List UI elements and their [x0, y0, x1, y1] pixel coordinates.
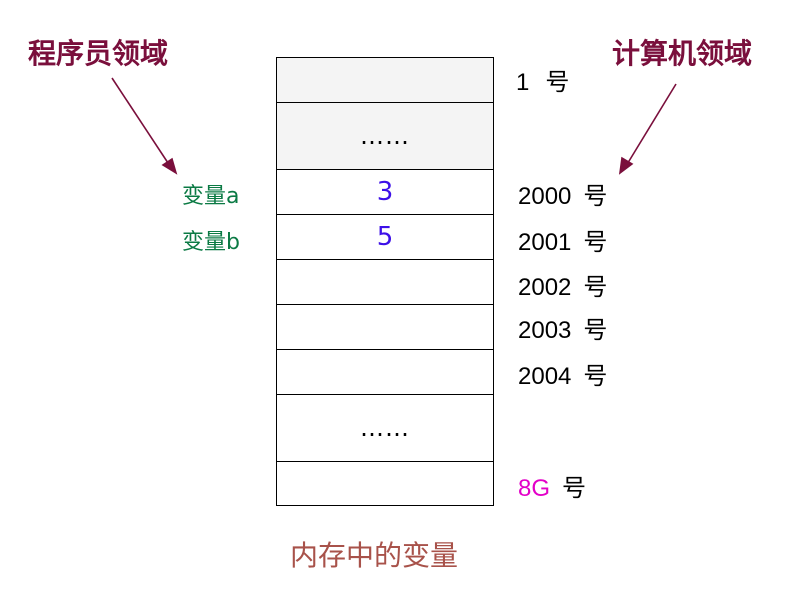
address-suffix: 号: [562, 475, 587, 502]
programmer-domain-title: 程序员领域: [28, 37, 169, 70]
address-suffix: 号: [583, 363, 608, 390]
address-suffix: 号: [583, 183, 608, 210]
left-arrow-line: [111, 77, 171, 167]
address-label-2003: 2003 号: [518, 310, 607, 345]
memory-cell-ellipsis-lower: ……: [276, 394, 494, 461]
address-label-8g: 8G 号: [518, 468, 586, 503]
address-label-2004: 2004 号: [518, 356, 607, 391]
address-suffix: 号: [583, 317, 608, 344]
address-number: 2002: [518, 274, 572, 301]
memory-cell-ellipsis: ……: [360, 122, 410, 150]
address-label-2002: 2002 号: [518, 267, 607, 302]
address-label-2000: 2000 号: [518, 176, 607, 211]
variable-b-value: 5: [376, 222, 394, 252]
memory-cell-8g: [276, 461, 494, 506]
memory-cell-2004: [276, 349, 494, 394]
memory-cell-2001: 5: [276, 214, 494, 259]
address-number: 1: [516, 69, 530, 96]
address-number: 2000: [518, 183, 572, 210]
address-number: 2004: [518, 363, 572, 390]
memory-cell-ellipsis: ……: [360, 414, 410, 442]
variable-b-label: 变量b: [182, 230, 240, 255]
right-arrow-line: [625, 83, 677, 167]
address-number: 8G: [518, 475, 551, 502]
memory-cell-2000: 3: [276, 169, 494, 214]
memory-cell-2002: [276, 259, 494, 304]
address-suffix: 号: [545, 69, 570, 96]
variable-a-label: 变量a: [182, 184, 240, 209]
memory-cell-2003: [276, 304, 494, 349]
address-number: 2001: [518, 229, 572, 256]
left-arrow-head: [161, 157, 178, 175]
right-arrow-head: [618, 156, 634, 175]
memory-cell-1: ……: [276, 102, 494, 169]
variable-a-value: 3: [376, 177, 394, 207]
computer-domain-title: 计算机领域: [612, 37, 753, 70]
address-label-1: 1号: [516, 62, 569, 97]
diagram-caption: 内存中的变量: [290, 539, 459, 572]
address-suffix: 号: [583, 229, 608, 256]
address-suffix: 号: [583, 274, 608, 301]
address-label-2001: 2001 号: [518, 222, 607, 257]
address-number: 2003: [518, 317, 572, 344]
memory-cell-0: [276, 57, 494, 102]
